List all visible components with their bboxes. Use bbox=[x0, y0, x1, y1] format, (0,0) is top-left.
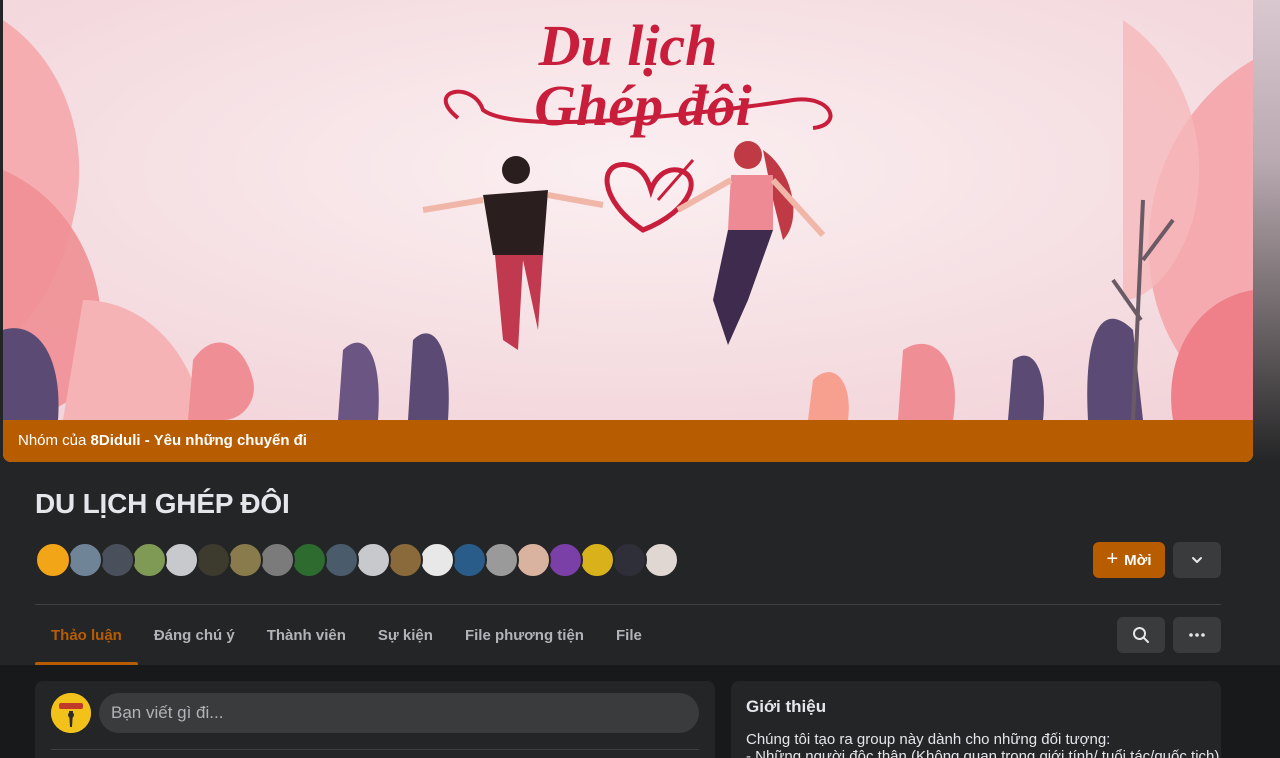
current-user-avatar[interactable] bbox=[51, 693, 91, 733]
cover-title-line1: Du lịch bbox=[538, 13, 718, 78]
member-avatar[interactable] bbox=[67, 542, 103, 578]
more-horizontal-icon bbox=[1189, 633, 1205, 637]
search-icon bbox=[1133, 627, 1149, 643]
member-avatar[interactable] bbox=[131, 542, 167, 578]
member-avatar[interactable] bbox=[195, 542, 231, 578]
tab-media[interactable]: File phương tiện bbox=[449, 605, 600, 665]
cover-edge-fade bbox=[1253, 0, 1280, 462]
group-tabs: Thảo luận Đáng chú ý Thành viên Sự kiện … bbox=[35, 605, 658, 665]
member-avatar[interactable] bbox=[515, 542, 551, 578]
user-avatar-image bbox=[51, 693, 91, 733]
search-button[interactable] bbox=[1117, 617, 1165, 653]
tab-featured[interactable]: Đáng chú ý bbox=[138, 605, 251, 665]
tab-files[interactable]: File bbox=[600, 605, 658, 665]
member-avatar[interactable] bbox=[35, 542, 71, 578]
member-avatar[interactable] bbox=[99, 542, 135, 578]
invite-button[interactable]: + Mời bbox=[1093, 542, 1165, 578]
expand-button[interactable] bbox=[1173, 542, 1221, 578]
member-avatar[interactable] bbox=[643, 542, 679, 578]
tab-members[interactable]: Thành viên bbox=[251, 605, 362, 665]
more-options-button[interactable] bbox=[1173, 617, 1221, 653]
intro-line-2: - Những người độc thân (Không quan trọng… bbox=[746, 748, 1220, 758]
member-avatar[interactable] bbox=[259, 542, 295, 578]
intro-title: Giới thiệu bbox=[746, 697, 827, 716]
cover-artwork: Du lịch Ghép đôi bbox=[3, 0, 1253, 420]
cover-photo[interactable]: Du lịch Ghép đôi Nhóm của 8Diduli - Yêu … bbox=[3, 0, 1253, 462]
composer-input[interactable]: Bạn viết gì đi... bbox=[99, 693, 699, 733]
member-avatar[interactable] bbox=[483, 542, 519, 578]
chevron-down-icon bbox=[1192, 557, 1202, 563]
member-avatar[interactable] bbox=[547, 542, 583, 578]
cover-title-line2: Ghép đôi bbox=[534, 73, 752, 138]
member-avatar[interactable] bbox=[387, 542, 423, 578]
tab-events[interactable]: Sự kiện bbox=[362, 605, 449, 665]
post-composer: Bạn viết gì đi... bbox=[35, 681, 715, 758]
intro-line-1: Chúng tôi tạo ra group này dành cho nhữn… bbox=[746, 731, 1111, 748]
member-avatar[interactable] bbox=[451, 542, 487, 578]
member-avatar[interactable] bbox=[579, 542, 615, 578]
member-avatar[interactable] bbox=[611, 542, 647, 578]
intro-card: Giới thiệu Chúng tôi tạo ra group này dà… bbox=[731, 681, 1221, 758]
group-title[interactable]: DU LỊCH GHÉP ĐÔI bbox=[35, 488, 290, 520]
member-avatar[interactable] bbox=[227, 542, 263, 578]
owner-name-link[interactable]: 8Diduli - Yêu những chuyến đi bbox=[91, 432, 307, 449]
tab-discussion[interactable]: Thảo luận bbox=[35, 605, 138, 665]
member-avatar[interactable] bbox=[291, 542, 327, 578]
composer-divider bbox=[51, 749, 699, 750]
plus-icon: + bbox=[1106, 548, 1119, 570]
member-avatar[interactable] bbox=[419, 542, 455, 578]
member-avatar[interactable] bbox=[323, 542, 359, 578]
member-avatar[interactable] bbox=[163, 542, 199, 578]
member-avatar[interactable] bbox=[355, 542, 391, 578]
owner-prefix: Nhóm của bbox=[18, 432, 91, 449]
group-owner-bar: Nhóm của 8Diduli - Yêu những chuyến đi bbox=[3, 420, 1253, 462]
invite-label: Mời bbox=[1124, 551, 1152, 569]
